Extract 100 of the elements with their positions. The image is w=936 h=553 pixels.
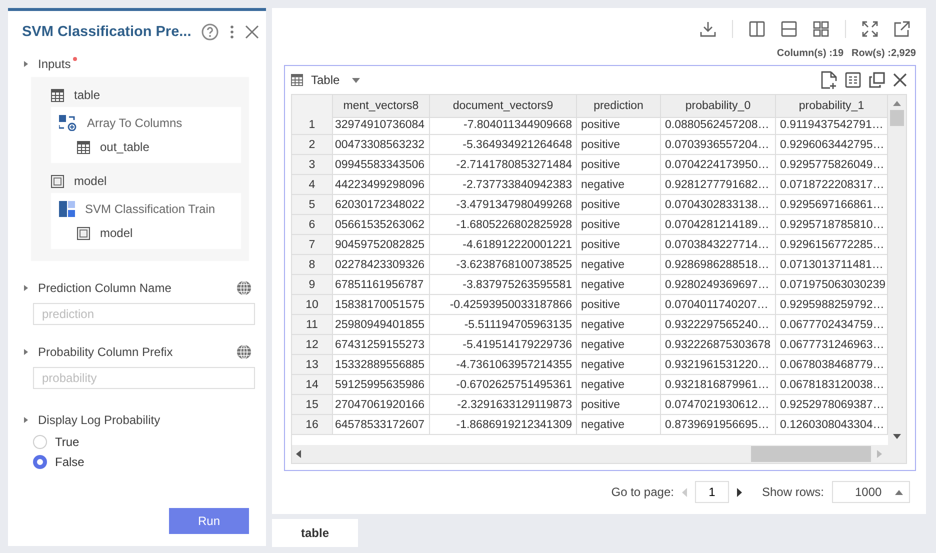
horizontal-scrollbar[interactable] [292,445,906,463]
table-cell: positive [577,215,661,235]
table-cell: positive [577,395,661,415]
table-cell: negative [577,175,661,195]
view-title: Table [311,73,340,87]
table-cell: 0.0880562457208… [661,115,776,135]
radio-button[interactable] [33,435,47,449]
table-cell: 0.0703936557204… [661,135,776,155]
scroll-down-icon[interactable] [893,434,901,439]
globe-icon[interactable] [236,280,252,296]
radio-button[interactable] [33,455,47,469]
input-port-label: model [74,174,107,188]
table-cell: negative [577,375,661,395]
text-input-field[interactable]: prediction [33,303,255,325]
table-cell: -2.7141780853271484 [430,155,577,175]
table-cell: 0.932226875303678 [661,335,776,355]
radio-label: False [55,455,84,469]
source-node-label: SVM Classification Train [85,202,216,216]
row-number: 3 [292,155,333,175]
columns-layout-icon[interactable] [749,21,765,37]
expand-arrow-icon[interactable] [24,61,28,67]
grid-layout-icon[interactable] [813,21,829,37]
table-cell: 0.9286986288518… [661,255,776,275]
table-cell: -5.419514179229736 [430,335,577,355]
table-cell: negative [577,275,661,295]
table-cell: 02278423309326 [333,255,430,275]
expand-arrow-icon[interactable] [24,285,28,291]
output-tab[interactable]: table [272,519,358,547]
model-icon [51,174,64,188]
form-icon[interactable] [845,72,861,88]
table-cell: 44223499298096 [333,175,430,195]
input-port-label: table [74,88,100,102]
download-icon[interactable] [700,21,716,37]
external-link-icon[interactable] [894,21,910,37]
table-icon [291,74,303,86]
table-cell: 0.9321816879961… [661,375,776,395]
row-number: 12 [292,335,333,355]
scroll-thumb[interactable] [890,110,904,126]
panel-title: SVM Classification Pre... [22,24,192,40]
model-icon [77,226,90,240]
add-file-icon[interactable] [821,71,837,89]
table-cell: 0.9281277791682… [661,175,776,195]
column-header[interactable]: ment_vectors8 [333,95,430,118]
table-cell: 0.0704224173950… [661,155,776,175]
rows-layout-icon[interactable] [781,21,797,37]
field-label: Prediction Column Name [38,281,172,295]
table-cell: -2.3291633129119873 [430,395,577,415]
table-cell: 67851161956787 [333,275,430,295]
transform-icon [59,115,77,131]
column-header[interactable]: prediction [577,95,661,118]
copy-icon[interactable] [869,72,885,88]
help-icon[interactable] [201,23,220,41]
scroll-left-icon[interactable] [296,450,301,458]
row-number: 16 [292,415,333,435]
table-cell: -5.511194705963135 [430,315,577,335]
table-icon [51,88,64,102]
dropdown-caret-icon[interactable] [352,78,360,82]
table-cell: 0.0704011740207… [661,295,776,315]
field-label: Probability Column Prefix [38,345,173,359]
row-number: 9 [292,275,333,295]
table-cell: 0.0704281214189… [661,215,776,235]
run-button[interactable]: Run [169,508,249,534]
table-cell: -2.737733840942383 [430,175,577,195]
page-input-field[interactable]: 1 [694,481,729,503]
scroll-up-icon[interactable] [893,101,901,106]
close-icon[interactable] [893,73,907,87]
table-cell: positive [577,195,661,215]
table-cell: 0.0704302833138… [661,195,776,215]
table-cell: 0.9321961531220… [661,355,776,375]
row-number: 8 [292,255,333,275]
table-cell: 00473308563232 [333,135,430,155]
table-cell: 09945583343506 [333,155,430,175]
expand-arrow-icon[interactable] [24,417,28,423]
rows-per-page-select[interactable]: 1000 [832,481,910,503]
source-node-label: Array To Columns [87,116,182,130]
vertical-scrollbar[interactable] [888,95,906,445]
more-icon[interactable] [229,24,236,40]
rows-label: Show rows: [762,485,824,499]
table-cell: negative [577,415,661,435]
row-number: 14 [292,375,333,395]
column-header[interactable]: document_vectors9 [430,95,577,118]
text-input-field[interactable]: probability [33,367,255,389]
column-count: Column(s) :19 [776,48,844,59]
table-cell: -0.42593950033187866 [430,295,577,315]
table-icon [77,140,90,154]
next-page-icon[interactable] [736,488,742,496]
expand-arrow-icon[interactable] [24,349,28,355]
column-header[interactable]: probability_1 [776,95,888,118]
table-cell: 27047061920166 [333,395,430,415]
column-header[interactable]: probability_0 [661,95,776,118]
row-number: 6 [292,215,333,235]
table-cell: negative [577,315,661,335]
fullscreen-icon[interactable] [862,21,878,37]
scroll-thumb[interactable] [751,446,871,462]
table-cell: 0.0703843227714… [661,235,776,255]
globe-icon[interactable] [236,344,252,360]
table-cell: -4.7361063957214355 [430,355,577,375]
table-cell: positive [577,295,661,315]
row-number: 1 [292,115,333,135]
close-icon[interactable] [245,25,260,39]
